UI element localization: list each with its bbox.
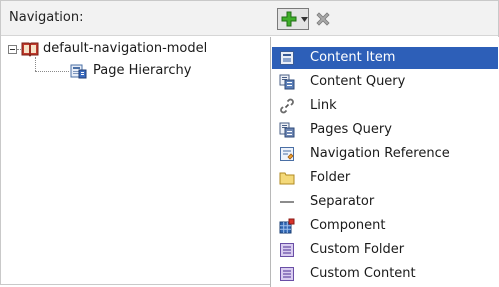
component-icon — [279, 218, 295, 234]
menu-item-label: Custom Folder — [310, 242, 405, 257]
menu-item-folder[interactable]: Folder — [272, 167, 498, 189]
tree-node-child[interactable]: Page Hierarchy — [1, 61, 271, 81]
menu-item-navigation-reference[interactable]: Navigation Reference — [272, 143, 498, 165]
collapse-toggle-icon[interactable] — [8, 45, 17, 54]
green-plus-icon — [281, 11, 297, 27]
chain-link-icon — [280, 98, 294, 114]
content-query-icon — [279, 74, 295, 90]
navigation-reference-icon — [280, 147, 294, 161]
tree-node-root[interactable]: default-navigation-model — [1, 39, 271, 59]
navigation-panel: Navigation: default-navigation-model Pag… — [0, 0, 499, 287]
custom-content-icon — [280, 267, 294, 281]
menu-item-label: Navigation Reference — [310, 146, 450, 161]
navigation-tree: default-navigation-model Page Hierarchy — [1, 39, 271, 99]
menu-item-label: Content Query — [310, 74, 406, 89]
page-hierarchy-icon — [70, 64, 87, 79]
menu-item-content-item[interactable]: Content Item — [272, 47, 498, 69]
menu-item-label: Link — [310, 98, 337, 113]
menu-item-component[interactable]: Component — [272, 215, 498, 237]
menu-item-label: Separator — [310, 194, 375, 209]
panel-header: Navigation: — [1, 1, 498, 36]
menu-item-link[interactable]: Link — [272, 95, 498, 117]
menu-item-label: Pages Query — [310, 122, 392, 137]
menu-item-custom-folder[interactable]: Custom Folder — [272, 239, 498, 261]
menu-item-label: Component — [310, 218, 386, 233]
tree-node-label: default-navigation-model — [43, 41, 208, 56]
pages-query-icon — [279, 122, 295, 138]
book-icon — [21, 42, 39, 57]
tree-node-label: Page Hierarchy — [93, 63, 192, 78]
panel-title: Navigation: — [9, 10, 84, 25]
menu-item-content-query[interactable]: Content Query — [272, 71, 498, 93]
add-item-menu: Content Item Content Query Link Pages Qu… — [270, 37, 499, 287]
menu-item-pages-query[interactable]: Pages Query — [272, 119, 498, 141]
menu-item-separator[interactable]: Separator — [272, 191, 498, 213]
separator-icon — [280, 201, 294, 203]
menu-item-label: Content Item — [310, 50, 396, 65]
custom-folder-icon — [280, 243, 294, 257]
folder-icon — [279, 172, 295, 185]
menu-item-label: Folder — [310, 170, 351, 185]
menu-item-label: Custom Content — [310, 266, 416, 281]
content-item-icon — [280, 51, 294, 65]
chevron-down-icon — [301, 17, 308, 22]
add-dropdown-button[interactable] — [277, 8, 309, 30]
menu-item-custom-content[interactable]: Custom Content — [272, 263, 498, 285]
gray-x-icon[interactable] — [314, 10, 332, 28]
